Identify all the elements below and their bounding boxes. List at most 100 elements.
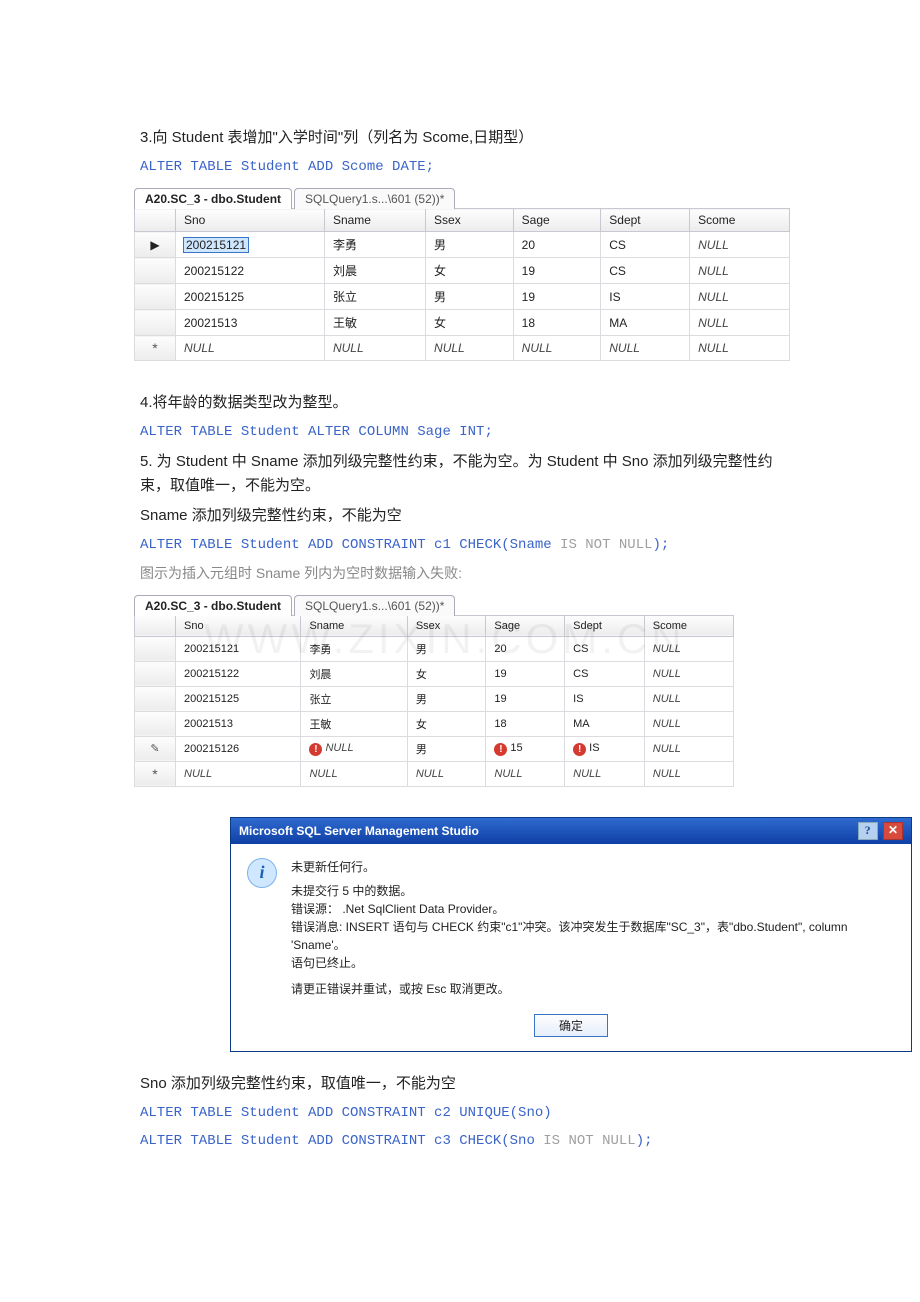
grid1-tab-active[interactable]: A20.SC_3 - dbo.Student (134, 188, 292, 209)
cell[interactable]: MA (601, 310, 690, 336)
cell[interactable]: 19 (486, 686, 565, 711)
grid1-tab-inactive[interactable]: SQLQuery1.s...\601 (52))* (294, 188, 455, 209)
cell[interactable]: 200215122 (176, 661, 301, 686)
cell[interactable]: NULL (690, 232, 790, 258)
col-scome-2[interactable]: Scome (644, 615, 733, 636)
cell[interactable]: IS (601, 284, 690, 310)
cell[interactable]: 女 (426, 310, 514, 336)
table-row[interactable]: *NULLNULLNULLNULLNULLNULL (135, 761, 734, 786)
cell[interactable]: NULL (176, 336, 325, 361)
cell[interactable]: 男 (407, 686, 486, 711)
cell[interactable]: NULL (301, 761, 407, 786)
cell[interactable]: NULL (644, 661, 733, 686)
cell[interactable]: CS (565, 661, 645, 686)
cell[interactable]: 18 (486, 711, 565, 736)
cell[interactable]: 19 (513, 258, 601, 284)
cell[interactable]: CS (601, 232, 690, 258)
cell[interactable]: 张立 (324, 284, 425, 310)
table-row[interactable]: 200215121李勇男20CSNULL (135, 636, 734, 661)
cell[interactable]: CS (565, 636, 645, 661)
cell[interactable]: 王敏 (301, 711, 407, 736)
table-row[interactable]: 20021513王敏女18MANULL (135, 310, 790, 336)
table-row[interactable]: 200215125张立男19ISNULL (135, 686, 734, 711)
table-row[interactable]: ✎200215126!NULL男!15!ISNULL (135, 736, 734, 761)
cell[interactable]: NULL (644, 711, 733, 736)
cell[interactable]: 李勇 (301, 636, 407, 661)
cell[interactable]: 刘晨 (301, 661, 407, 686)
cell[interactable]: 张立 (301, 686, 407, 711)
cell[interactable]: NULL (176, 761, 301, 786)
cell[interactable]: 200215122 (176, 258, 325, 284)
error-dialog: Microsoft SQL Server Management Studio ?… (230, 817, 912, 1052)
cell[interactable]: 王敏 (324, 310, 425, 336)
help-button[interactable]: ? (858, 822, 878, 840)
cell[interactable]: NULL (644, 686, 733, 711)
cell[interactable]: 19 (486, 661, 565, 686)
ok-button[interactable]: 确定 (534, 1014, 608, 1037)
cell[interactable]: 200215121 (176, 232, 325, 258)
dlg-line3: 错误源： .Net SqlClient Data Provider。 (291, 900, 895, 918)
cell[interactable]: 男 (407, 636, 486, 661)
col-sno-2[interactable]: Sno (176, 615, 301, 636)
table-row[interactable]: 200215125张立男19ISNULL (135, 284, 790, 310)
table-row[interactable]: 200215122刘晨女19CSNULL (135, 258, 790, 284)
cell[interactable]: CS (601, 258, 690, 284)
table-row[interactable]: ▶200215121李勇男20CSNULL (135, 232, 790, 258)
cell[interactable]: 20021513 (176, 310, 325, 336)
col-ssex-2[interactable]: Ssex (407, 615, 486, 636)
table-row[interactable]: 20021513王敏女18MANULL (135, 711, 734, 736)
cell[interactable]: !NULL (301, 736, 407, 761)
cell[interactable]: NULL (324, 336, 425, 361)
cell[interactable]: 200215121 (176, 636, 301, 661)
cell[interactable]: 男 (426, 232, 514, 258)
cell[interactable]: NULL (565, 761, 645, 786)
col-sname[interactable]: Sname (324, 209, 425, 232)
cell[interactable]: NULL (407, 761, 486, 786)
grid2-tab-active[interactable]: A20.SC_3 - dbo.Student (134, 595, 292, 616)
cell[interactable]: 200215125 (176, 686, 301, 711)
cell[interactable]: NULL (690, 258, 790, 284)
cell[interactable]: !IS (565, 736, 645, 761)
cell[interactable]: 18 (513, 310, 601, 336)
cell[interactable]: NULL (644, 736, 733, 761)
table-row[interactable]: *NULLNULLNULLNULLNULLNULL (135, 336, 790, 361)
cell[interactable]: 20021513 (176, 711, 301, 736)
cell[interactable]: 女 (407, 711, 486, 736)
col-sdept-2[interactable]: Sdept (565, 615, 645, 636)
cell[interactable]: 19 (513, 284, 601, 310)
cell[interactable]: 男 (407, 736, 486, 761)
cell[interactable]: NULL (426, 336, 514, 361)
cell[interactable]: NULL (690, 310, 790, 336)
col-scome[interactable]: Scome (690, 209, 790, 232)
cell[interactable]: IS (565, 686, 645, 711)
cell[interactable]: 女 (426, 258, 514, 284)
col-sname-2[interactable]: Sname (301, 615, 407, 636)
cell[interactable]: NULL (690, 284, 790, 310)
cell[interactable]: NULL (486, 761, 565, 786)
grid2-header-row: Sno Sname Ssex Sage Sdept Scome (135, 615, 734, 636)
cell[interactable]: 20 (513, 232, 601, 258)
cell[interactable]: NULL (601, 336, 690, 361)
cell[interactable]: 刘晨 (324, 258, 425, 284)
cell[interactable]: 男 (426, 284, 514, 310)
cell[interactable]: 200215125 (176, 284, 325, 310)
col-sage-2[interactable]: Sage (486, 615, 565, 636)
cell[interactable]: 李勇 (324, 232, 425, 258)
cell[interactable]: MA (565, 711, 645, 736)
cell[interactable]: 200215126 (176, 736, 301, 761)
grid1-header-row: Sno Sname Ssex Sage Sdept Scome (135, 209, 790, 232)
cell[interactable]: 女 (407, 661, 486, 686)
cell[interactable]: 20 (486, 636, 565, 661)
table-row[interactable]: 200215122刘晨女19CSNULL (135, 661, 734, 686)
col-sdept[interactable]: Sdept (601, 209, 690, 232)
col-sage[interactable]: Sage (513, 209, 601, 232)
cell[interactable]: NULL (644, 761, 733, 786)
col-ssex[interactable]: Ssex (426, 209, 514, 232)
cell[interactable]: NULL (690, 336, 790, 361)
close-button[interactable]: ✕ (883, 822, 903, 840)
cell[interactable]: NULL (513, 336, 601, 361)
cell[interactable]: !15 (486, 736, 565, 761)
cell[interactable]: NULL (644, 636, 733, 661)
col-sno[interactable]: Sno (176, 209, 325, 232)
grid2-tab-inactive[interactable]: SQLQuery1.s...\601 (52))* (294, 595, 455, 616)
